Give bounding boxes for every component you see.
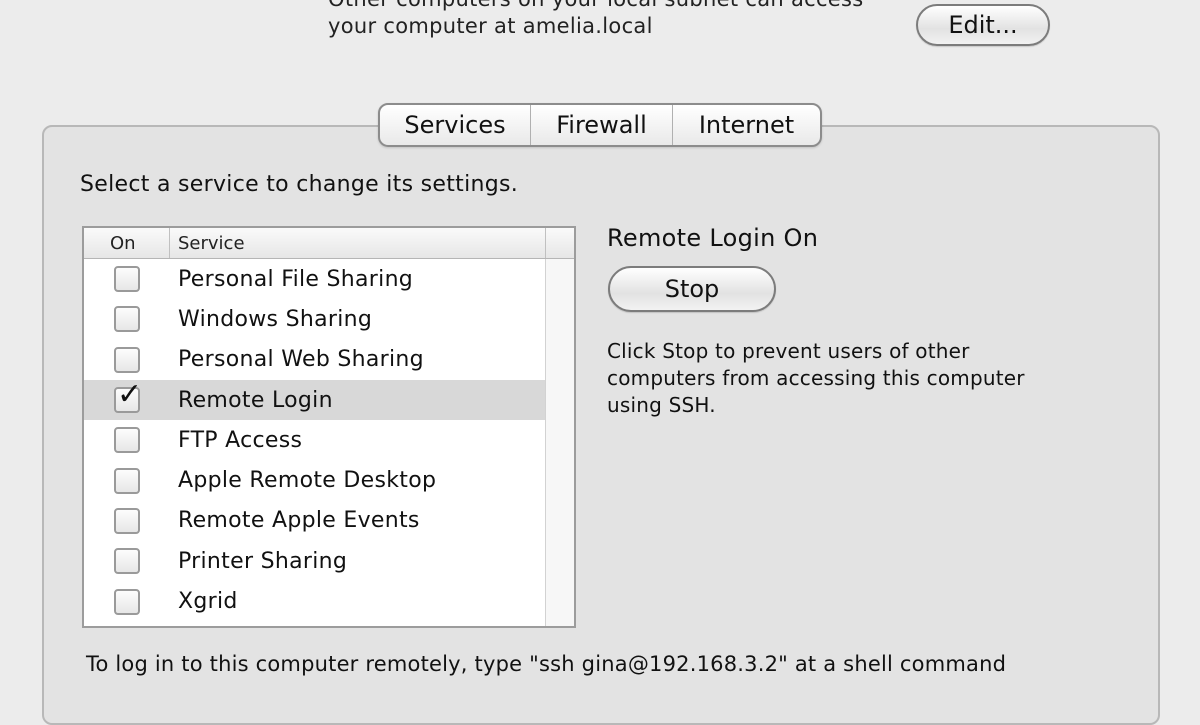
column-header-on[interactable]: On: [84, 228, 170, 258]
service-label: Xgrid: [178, 589, 238, 615]
service-label: Personal File Sharing: [178, 266, 414, 292]
service-row-remote-apple-events[interactable]: Remote Apple Events: [84, 501, 546, 541]
checkbox[interactable]: [114, 467, 140, 494]
help-line-2: computers from accessing this computer: [607, 366, 1025, 390]
service-label: Remote Login: [178, 387, 333, 413]
service-label: FTP Access: [178, 427, 303, 453]
service-row-xgrid[interactable]: Xgrid: [84, 581, 546, 621]
checkbox[interactable]: [114, 266, 140, 293]
column-header-service[interactable]: Service: [170, 228, 546, 258]
checkbox[interactable]: [114, 346, 140, 373]
service-list-header: On Service: [84, 228, 574, 259]
tab-services[interactable]: Services: [380, 105, 530, 145]
help-line-3: using SSH.: [607, 393, 716, 417]
ssh-instruction-text: To log in to this computer remotely, typ…: [86, 652, 1007, 676]
service-help-text: Click Stop to prevent users of other com…: [607, 338, 1087, 419]
list-scrollbar[interactable]: [545, 259, 574, 626]
service-rows: Personal File Sharing Windows Sharing Pe…: [84, 259, 546, 622]
service-status-title: Remote Login On: [607, 224, 819, 252]
service-row-printer-sharing[interactable]: Printer Sharing: [84, 541, 546, 581]
service-row-ftp-access[interactable]: FTP Access: [84, 420, 546, 460]
help-line-1: Click Stop to prevent users of other: [607, 339, 970, 363]
service-row-personal-file-sharing[interactable]: Personal File Sharing: [84, 259, 546, 299]
tab-firewall[interactable]: Firewall: [530, 105, 672, 145]
service-row-windows-sharing[interactable]: Windows Sharing: [84, 299, 546, 339]
stop-button[interactable]: Stop: [608, 266, 776, 312]
checkbox-checked[interactable]: ✓: [114, 380, 142, 414]
tab-internet[interactable]: Internet: [672, 105, 820, 145]
checkbox[interactable]: [114, 306, 140, 333]
checkbox[interactable]: [114, 507, 140, 534]
network-info-line-2: your computer at amelia.local: [328, 14, 653, 38]
edit-button[interactable]: Edit...: [916, 4, 1050, 46]
service-list: On Service Personal File Sharing Windows…: [82, 226, 576, 628]
service-label: Apple Remote Desktop: [178, 468, 437, 494]
checkbox[interactable]: [114, 548, 140, 575]
instruction-text: Select a service to change its settings.: [80, 172, 519, 197]
service-row-apple-remote-desktop[interactable]: Apple Remote Desktop: [84, 460, 546, 500]
checkbox[interactable]: [114, 588, 140, 615]
service-row-remote-login[interactable]: ✓ Remote Login: [84, 380, 546, 421]
network-info-line-1: Other computers on your local subnet can…: [328, 0, 864, 13]
service-label: Personal Web Sharing: [178, 347, 424, 373]
service-label: Printer Sharing: [178, 548, 348, 574]
service-row-personal-web-sharing[interactable]: Personal Web Sharing: [84, 340, 546, 380]
checkmark-icon: ✓: [117, 377, 143, 413]
tab-bar: Services Firewall Internet: [378, 103, 822, 147]
network-address-info: Other computers on your local subnet can…: [328, 0, 864, 40]
checkbox[interactable]: [114, 427, 140, 454]
service-label: Windows Sharing: [178, 306, 373, 332]
service-label: Remote Apple Events: [178, 508, 420, 534]
